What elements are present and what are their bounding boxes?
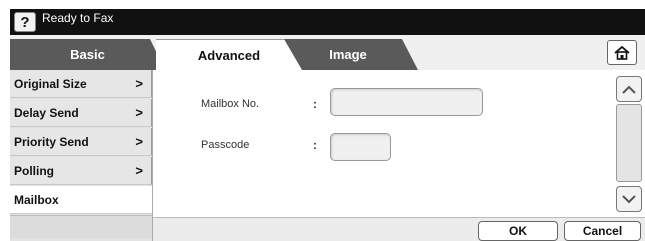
chevron-up-icon	[622, 85, 636, 94]
ok-button[interactable]: OK	[478, 221, 558, 241]
scroll-bar	[613, 70, 645, 217]
tab-advanced[interactable]: Advanced	[156, 39, 302, 70]
tab-bar: Basic Image Advanced	[10, 35, 645, 70]
passcode-colon: :	[313, 138, 317, 152]
mailbox-no-input[interactable]	[330, 88, 483, 116]
status-bar: ? Ready to Fax	[10, 9, 645, 35]
chevron-right-icon: >	[135, 163, 143, 178]
status-text: Ready to Fax	[42, 11, 114, 25]
help-button[interactable]: ?	[14, 12, 36, 32]
tab-basic[interactable]: Basic	[10, 39, 165, 70]
passcode-input[interactable]	[330, 133, 391, 161]
chevron-right-icon: >	[135, 134, 143, 149]
scroll-track[interactable]	[616, 104, 642, 182]
cancel-label: Cancel	[582, 224, 623, 238]
chevron-right-icon: >	[135, 76, 143, 91]
bottom-bar: OK Cancel	[153, 217, 645, 241]
help-icon: ?	[20, 13, 30, 31]
tab-image-label: Image	[329, 47, 367, 62]
scroll-down-button[interactable]	[616, 186, 642, 212]
cancel-button[interactable]: Cancel	[564, 221, 641, 241]
side-menu: Original Size > Delay Send > Priority Se…	[10, 70, 153, 241]
menu-item-polling[interactable]: Polling >	[10, 157, 152, 185]
mailbox-no-label: Mailbox No.	[201, 98, 260, 110]
passcode-label: Passcode	[201, 139, 250, 151]
chevron-right-icon: >	[135, 105, 143, 120]
menu-item-label: Delay Send	[14, 105, 79, 120]
scroll-up-button[interactable]	[616, 76, 642, 102]
menu-item-priority-send[interactable]: Priority Send >	[10, 128, 152, 156]
tab-basic-label: Basic	[70, 47, 105, 62]
menu-item-label: Mailbox	[14, 192, 59, 207]
menu-filler	[10, 215, 152, 238]
menu-item-label: Polling	[14, 163, 54, 178]
menu-item-label: Priority Send	[14, 134, 89, 149]
menu-item-mailbox[interactable]: Mailbox	[10, 186, 152, 214]
menu-item-original-size[interactable]: Original Size >	[10, 70, 152, 98]
menu-item-label: Original Size	[14, 76, 87, 91]
mailbox-panel: Mailbox No. : Passcode :	[153, 70, 613, 217]
mailbox-colon: :	[313, 97, 317, 111]
home-button[interactable]	[607, 40, 637, 65]
menu-item-delay-send[interactable]: Delay Send >	[10, 99, 152, 127]
tab-advanced-label: Advanced	[197, 47, 261, 63]
ok-label: OK	[509, 224, 527, 238]
home-icon	[614, 45, 630, 60]
chevron-down-icon	[622, 194, 636, 203]
